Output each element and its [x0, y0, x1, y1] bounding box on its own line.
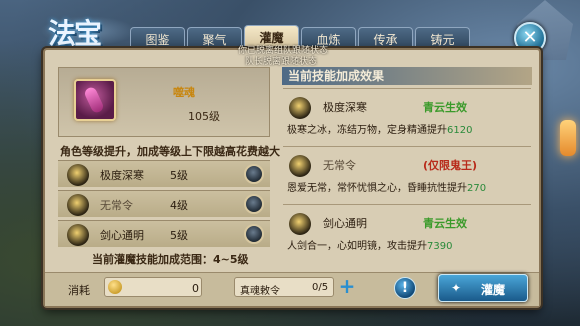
guanmo-icon: ✦ — [451, 281, 462, 295]
skill-name: 剑心通明 — [100, 229, 144, 242]
skill-row: 极度深寒 5级 — [58, 160, 270, 187]
token-count: 0/5 — [312, 282, 329, 293]
skill-level: 5级 — [170, 229, 188, 242]
upgrade-note: 角色等级提升，加成等级上下限越高花费越大 — [60, 145, 280, 158]
skill-row: 剑心通明 5级 — [58, 220, 270, 247]
token-label: 真魂敕令 — [240, 286, 280, 297]
skill-icon — [67, 164, 89, 186]
skill-toggle-button[interactable] — [244, 164, 264, 184]
skill-row: 无常令 4级 — [58, 190, 270, 217]
guanmo-button-label: 灌魔 — [481, 283, 506, 297]
effects-header: 当前技能加成效果 — [282, 67, 532, 85]
effect-item: 剑心通明 青云生效 人剑合一，心如明镜，攻击提升7390 — [283, 204, 531, 260]
effect-description: 极寒之冰，冻结万物，定身精通提升6120 — [287, 125, 473, 136]
skill-icon — [67, 194, 89, 216]
weapon-level: 105级 — [188, 110, 220, 123]
weapon-icon[interactable] — [74, 79, 116, 121]
coin-icon — [108, 280, 122, 294]
info-button[interactable]: ! — [394, 277, 416, 299]
effect-name: 极度深寒 — [323, 101, 367, 114]
effect-item: 无常令 (仅限鬼王) 恩爱无常，常怀忧惧之心，昏睡抗性提升270 — [283, 146, 531, 202]
effect-tag: 青云生效 — [423, 101, 467, 114]
skill-name: 无常令 — [100, 199, 133, 212]
skill-toggle-button[interactable] — [244, 194, 264, 214]
skill-name: 极度深寒 — [100, 169, 144, 182]
effect-tag: (仅限鬼王) — [423, 159, 478, 172]
effect-tag: 青云生效 — [423, 217, 467, 230]
effect-name: 剑心通明 — [323, 217, 367, 230]
effect-description: 人剑合一，心如明镜，攻击提升7390 — [287, 241, 453, 252]
lantern-decoration — [560, 120, 576, 156]
skill-toggle-button[interactable] — [244, 224, 264, 244]
effect-item: 极度深寒 青云生效 极寒之冰，冻结万物，定身精通提升6120 — [283, 88, 531, 144]
skill-level: 5级 — [170, 169, 188, 182]
effect-icon — [289, 155, 311, 177]
add-token-button[interactable]: + — [338, 276, 356, 297]
skill-level: 4级 — [170, 199, 188, 212]
effect-name: 无常令 — [323, 159, 356, 172]
status-message-secondary: 队长脱离跟随状态 — [245, 57, 318, 67]
skill-icon — [67, 224, 89, 246]
effect-description: 恩爱无常，常怀忧惧之心，昏睡抗性提升270 — [287, 183, 487, 194]
gem-icon — [83, 85, 105, 115]
weapon-name: 噬魂 — [173, 86, 195, 99]
cost-value: 0 — [192, 282, 199, 295]
cost-label: 消耗 — [68, 284, 90, 297]
panel-logo: 法宝 — [48, 17, 102, 50]
effect-icon — [289, 97, 311, 119]
guanmo-button[interactable]: ✦ 灌魔 — [438, 274, 528, 302]
effect-icon — [289, 213, 311, 235]
skill-range-note: 当前灌魔技能加成范围：4~5级 — [92, 253, 249, 266]
